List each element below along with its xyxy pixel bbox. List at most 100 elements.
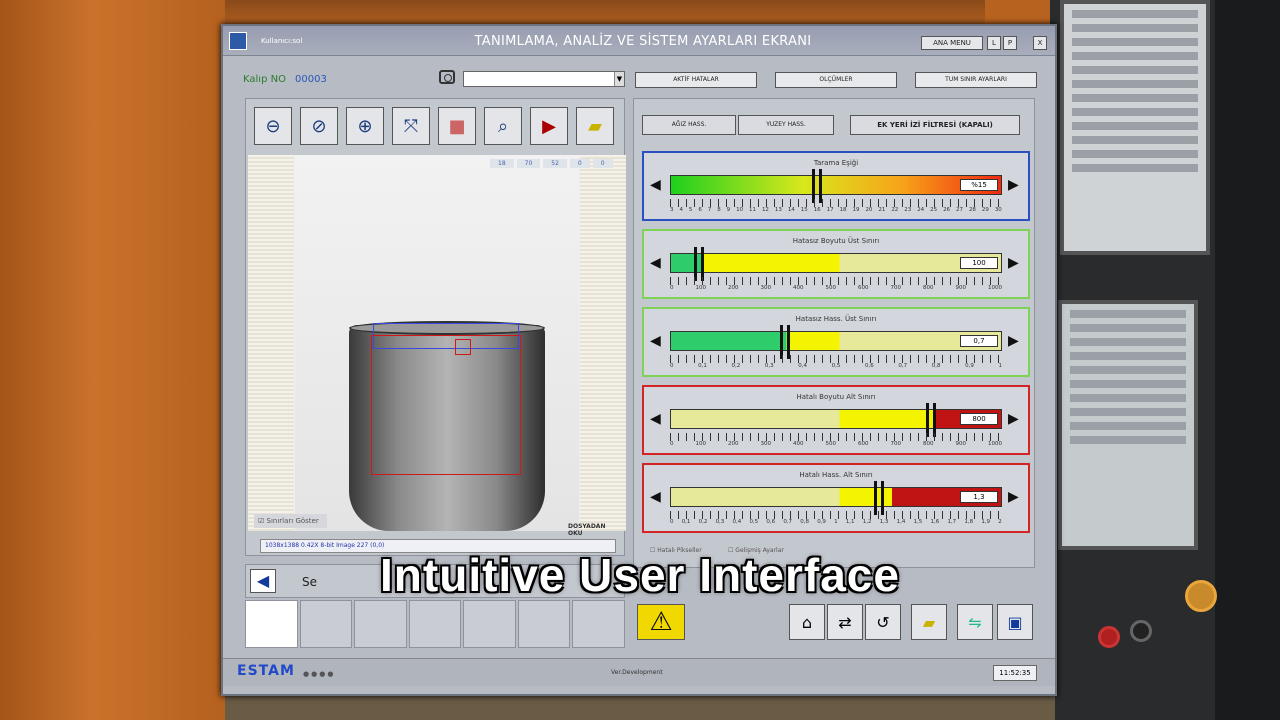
slider-value[interactable]: 1,3 xyxy=(960,491,998,503)
all-limits-button[interactable]: TUM SINIR AYARLARI xyxy=(915,72,1037,88)
mouth-sensitivity-button[interactable]: AĞIZ HASS. xyxy=(642,115,736,135)
tick-marks xyxy=(670,355,1002,363)
close-button[interactable]: X xyxy=(1033,36,1047,50)
thumbnail-slot[interactable] xyxy=(517,600,571,648)
save-icon[interactable]: ▣ xyxy=(997,604,1033,640)
tick-label: 0,7 xyxy=(783,519,793,525)
seam-filter-button[interactable]: EK YERİ İZİ FİLTRESİ (KAPALI) xyxy=(850,115,1020,135)
tick-label: 22 xyxy=(891,207,899,213)
tick-label: 600 xyxy=(858,441,869,447)
zoom-in-icon[interactable]: ⊕ xyxy=(346,107,384,145)
read-from-file-label[interactable]: DOSYADAN OKU xyxy=(568,523,622,537)
slider-track[interactable] xyxy=(670,253,1002,273)
right-arrow-icon[interactable]: ▶ xyxy=(1008,489,1019,505)
left-arrow-icon[interactable]: ◀ xyxy=(650,489,661,505)
tick-label: 13 xyxy=(774,207,782,213)
slider-value[interactable]: 800 xyxy=(960,413,998,425)
defect-free-sens-slider: Hatasız Hass. Üst Sınırı ◀ 0,7 ▶ 0 0,1 0,2… xyxy=(642,307,1030,377)
thumbnail-slot[interactable] xyxy=(354,600,407,648)
tick-label: 0,6 xyxy=(766,519,776,525)
show-limits-checkbox[interactable]: ☑ Sınırları Göster xyxy=(254,514,327,528)
tick-label: 21 xyxy=(878,207,886,213)
background-left xyxy=(0,0,230,720)
folder-icon[interactable]: ▰ xyxy=(911,604,947,640)
slider-handle[interactable] xyxy=(926,403,936,437)
image-viewport[interactable]: 18 70 52 0 0 DOSYADAN OKU ☑ Sınırları Gö… xyxy=(248,155,626,537)
roi-defect[interactable] xyxy=(455,339,471,355)
surface-sensitivity-button[interactable]: YUZEY HASS. xyxy=(738,115,834,135)
defect-sens-slider: Hatalı Hass. Alt Sınırı ◀ 1,3 ▶ 0 0,1 0,2 0… xyxy=(642,463,1030,533)
measurements-button[interactable]: OLÇÜMLER xyxy=(775,72,897,88)
slider-handle[interactable] xyxy=(874,481,884,515)
thumbnail-slot[interactable] xyxy=(572,600,626,648)
zoom-out-icon[interactable]: ⊖ xyxy=(254,107,292,145)
left-arrow-icon[interactable]: ◀ xyxy=(650,333,661,349)
tick-label: 26 xyxy=(943,207,951,213)
slider-handle[interactable] xyxy=(694,247,704,281)
reset-icon[interactable]: ↺ xyxy=(865,604,901,640)
thumbnail-slot[interactable] xyxy=(408,600,462,648)
tick-label: 15 xyxy=(800,207,808,213)
zoom-icon[interactable]: ⊘ xyxy=(300,107,338,145)
tick-label: 25 xyxy=(930,207,938,213)
right-arrow-icon[interactable]: ▶ xyxy=(1008,333,1019,349)
slider-track[interactable] xyxy=(670,331,1002,351)
warning-icon[interactable]: ⚠ xyxy=(637,604,685,640)
slider-handle[interactable] xyxy=(780,325,790,359)
right-arrow-icon[interactable]: ▶ xyxy=(1008,255,1019,271)
left-arrow-icon[interactable]: ◀ xyxy=(650,411,661,427)
p-button[interactable]: P xyxy=(1003,36,1017,50)
tick-label: 2 xyxy=(998,519,1002,525)
slider-handle[interactable] xyxy=(812,169,822,203)
tick-label: 10 xyxy=(736,207,744,213)
slider-value[interactable]: 0,7 xyxy=(960,335,998,347)
tick-label: 7 xyxy=(707,207,712,213)
tick-label: 27 xyxy=(956,207,963,213)
title-bar: Kullanıcı:sol TANIMLAMA, ANALİZ VE SİSTE… xyxy=(223,26,1055,56)
video-camera-icon[interactable]: ▶ xyxy=(530,107,568,145)
slider-track[interactable] xyxy=(670,409,1002,429)
slider-title: Hatalı Hass. Alt Sınırı xyxy=(799,471,873,479)
left-arrow-icon[interactable]: ◀ xyxy=(650,255,661,271)
right-arrow-icon[interactable]: ▶ xyxy=(1008,177,1019,193)
camera-disabled-icon[interactable]: ■ xyxy=(438,107,476,145)
slider-track[interactable] xyxy=(670,487,1002,507)
tick-label: 0,6 xyxy=(865,363,874,369)
open-folder-icon[interactable]: ▰ xyxy=(576,107,614,145)
inspect-icon[interactable]: ⌕ xyxy=(484,107,522,145)
tick-label: 0,8 xyxy=(931,363,941,369)
factory-icon[interactable]: ⌂ xyxy=(789,604,825,640)
tick-labels: 3 4 5 6 7 8 9 10 11 12 13 14 15 16 17 18 19 20 21 22 23 24 25 2… xyxy=(670,207,1002,213)
tick-label: 12 xyxy=(761,207,769,213)
tick-label: 700 xyxy=(890,441,902,447)
swap-icon[interactable]: ⇄ xyxy=(827,604,863,640)
main-menu-button[interactable]: ANA MENU xyxy=(921,36,983,50)
camera-icon[interactable] xyxy=(439,70,455,84)
thumbnail-slot[interactable] xyxy=(299,600,353,648)
slider-track[interactable] xyxy=(670,175,1002,195)
video-caption: Intuitive User Interface xyxy=(380,549,900,601)
brand-logo: ESTAM xyxy=(237,663,295,679)
tick-label: 18 xyxy=(839,207,847,213)
transfer-icon[interactable]: ⇋ xyxy=(957,604,993,640)
settings-panel: AĞIZ HASS. YUZEY HASS. EK YERİ İZİ FİLTR… xyxy=(633,98,1035,568)
tick-labels: 0 100 200 300 400 500 600 700 800 900 1000 xyxy=(670,441,1002,447)
tick-label: 200 xyxy=(728,285,739,291)
slider-value[interactable]: 100 xyxy=(960,257,998,269)
left-arrow-icon[interactable]: ◀ xyxy=(650,177,661,193)
thumbnail-slot[interactable] xyxy=(463,600,516,648)
active-errors-button[interactable]: AKTİF HATALAR xyxy=(635,72,757,88)
right-arrow-icon[interactable]: ▶ xyxy=(1008,411,1019,427)
fit-screen-icon[interactable]: ⤧ xyxy=(392,107,430,145)
tick-label: 23 xyxy=(904,207,912,213)
tick-marks xyxy=(670,433,1002,441)
mold-select[interactable]: ▼ xyxy=(463,71,625,87)
right-pattern xyxy=(580,155,626,531)
l-button[interactable]: L xyxy=(987,36,1001,50)
thumbnail-slot[interactable] xyxy=(245,600,298,648)
tick-marks xyxy=(670,511,1002,519)
roi-body[interactable] xyxy=(371,335,521,475)
glass-photo xyxy=(295,155,579,531)
tick-label: 28 xyxy=(968,207,976,213)
slider-value[interactable]: %15 xyxy=(960,179,998,191)
